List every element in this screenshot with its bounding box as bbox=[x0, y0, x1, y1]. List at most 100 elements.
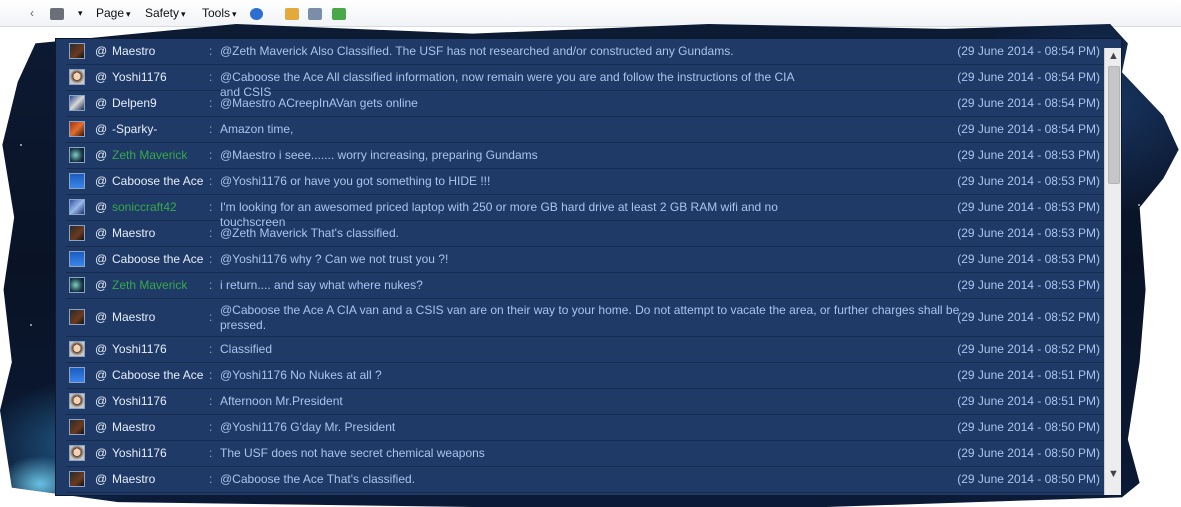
print-button[interactable] bbox=[50, 5, 64, 21]
addon-button-2[interactable] bbox=[308, 5, 322, 21]
avatar[interactable] bbox=[69, 367, 85, 383]
addon-button-1[interactable] bbox=[285, 5, 299, 21]
mention-at-button[interactable]: @ bbox=[95, 70, 107, 84]
username-link[interactable]: Maestro bbox=[112, 226, 155, 240]
mention-at-button[interactable]: @ bbox=[95, 342, 107, 356]
username-link[interactable]: Caboose the Ace bbox=[112, 252, 203, 266]
username-link[interactable]: Yoshi1176 bbox=[112, 70, 167, 84]
shout-row: @ Zeth Maverick: @Maestro i seee....... wo… bbox=[66, 143, 1104, 169]
help-button[interactable] bbox=[250, 5, 263, 21]
timestamp: (29 June 2014 - 08:53 PM) bbox=[957, 278, 1100, 292]
shout-row: @ Maestro: @Zeth Maverick That's classifie… bbox=[66, 221, 1104, 247]
avatar[interactable] bbox=[69, 309, 85, 325]
username-link[interactable]: Yoshi1176 bbox=[112, 446, 167, 460]
avatar[interactable] bbox=[69, 471, 85, 487]
username-link[interactable]: Maestro bbox=[112, 310, 155, 324]
avatar[interactable] bbox=[69, 419, 85, 435]
message-text: @Yoshi1176 why ? Can we not trust you ?! bbox=[220, 252, 449, 266]
scroll-down-arrow-icon[interactable]: ▼ bbox=[1105, 466, 1121, 483]
avatar[interactable] bbox=[69, 277, 85, 293]
separator: : bbox=[209, 368, 213, 382]
chevron-left-icon[interactable]: ‹ bbox=[30, 5, 34, 21]
print-dropdown-icon[interactable]: ▾ bbox=[78, 5, 83, 21]
shout-row: @ Delpen9: @Maestro ACreepInAVan gets onli… bbox=[66, 91, 1104, 117]
message-text: @Yoshi1176 G'day Mr. President bbox=[220, 420, 396, 434]
avatar[interactable] bbox=[69, 341, 85, 357]
mention-at-button[interactable]: @ bbox=[95, 252, 107, 266]
message-text: @Caboose the Ace A CIA van and a CSIS va… bbox=[220, 303, 960, 332]
username-link[interactable]: Maestro bbox=[112, 44, 155, 58]
username-link[interactable]: -Sparky- bbox=[112, 122, 157, 136]
vertical-scrollbar[interactable]: ▲ ▼ bbox=[1104, 48, 1121, 495]
mention-at-button[interactable]: @ bbox=[95, 446, 107, 460]
message-text: @Maestro i seee....... worry increasing,… bbox=[220, 148, 538, 162]
mention-at-button[interactable]: @ bbox=[95, 122, 107, 136]
avatar[interactable] bbox=[69, 199, 85, 215]
username-link[interactable]: Yoshi1176 bbox=[112, 342, 167, 356]
username-link[interactable]: Caboose the Ace bbox=[112, 174, 203, 188]
mention-at-button[interactable]: @ bbox=[95, 472, 107, 486]
avatar[interactable] bbox=[69, 43, 85, 59]
username-link[interactable]: Maestro bbox=[112, 420, 155, 434]
timestamp: (29 June 2014 - 08:54 PM) bbox=[957, 70, 1100, 84]
username-link[interactable]: Zeth Maverick bbox=[112, 278, 187, 292]
shout-row: @ Caboose the Ace: @Yoshi1176 why ? Can we… bbox=[66, 247, 1104, 273]
timestamp: (29 June 2014 - 08:50 PM) bbox=[957, 446, 1100, 460]
separator: : bbox=[209, 342, 213, 356]
username-link[interactable]: soniccraft42 bbox=[112, 200, 177, 214]
avatar[interactable] bbox=[69, 95, 85, 111]
separator: : bbox=[209, 226, 213, 240]
separator: : bbox=[209, 200, 213, 214]
page-menu[interactable]: Page ▾ bbox=[96, 5, 131, 21]
avatar[interactable] bbox=[69, 147, 85, 163]
mention-at-button[interactable]: @ bbox=[95, 310, 107, 324]
username-link[interactable]: Delpen9 bbox=[112, 96, 157, 110]
mention-at-button[interactable]: @ bbox=[95, 200, 107, 214]
mention-at-button[interactable]: @ bbox=[95, 44, 107, 58]
separator: : bbox=[209, 96, 213, 110]
browser-command-bar: ‹ ▾ Page ▾ Safety ▾ Tools ▾ bbox=[0, 0, 1181, 27]
message-text: @Zeth Maverick Also Classified. The USF … bbox=[220, 44, 734, 58]
avatar[interactable] bbox=[69, 393, 85, 409]
shout-row: @ Yoshi1176: The USF does not have secret … bbox=[66, 441, 1104, 467]
mention-at-button[interactable]: @ bbox=[95, 226, 107, 240]
shout-row: @ Zeth Maverick: i return.... and say what… bbox=[66, 273, 1104, 299]
scroll-up-arrow-icon[interactable]: ▲ bbox=[1105, 48, 1121, 65]
message-text: @Yoshi1176 No Nukes at all ? bbox=[220, 368, 382, 382]
timestamp: (29 June 2014 - 08:53 PM) bbox=[957, 174, 1100, 188]
avatar[interactable] bbox=[69, 69, 85, 85]
separator: : bbox=[209, 148, 213, 162]
username-link[interactable]: Yoshi1176 bbox=[112, 394, 167, 408]
separator: : bbox=[209, 420, 213, 434]
avatar[interactable] bbox=[69, 121, 85, 137]
star bbox=[30, 324, 32, 326]
mention-at-button[interactable]: @ bbox=[95, 278, 107, 292]
tools-menu-label: Tools bbox=[202, 6, 231, 20]
timestamp: (29 June 2014 - 08:53 PM) bbox=[957, 200, 1100, 214]
timestamp: (29 June 2014 - 08:52 PM) bbox=[957, 342, 1100, 356]
research-icon bbox=[308, 7, 322, 20]
mention-at-button[interactable]: @ bbox=[95, 368, 107, 382]
timestamp: (29 June 2014 - 08:50 PM) bbox=[957, 472, 1100, 486]
username-link[interactable]: Caboose the Ace bbox=[112, 368, 203, 382]
tools-menu[interactable]: Tools ▾ bbox=[202, 5, 237, 21]
shout-row: @ soniccraft42: I'm looking for an awesome… bbox=[66, 195, 1104, 229]
addon-button-3[interactable] bbox=[332, 5, 346, 21]
avatar[interactable] bbox=[69, 251, 85, 267]
chevron-down-icon: ▾ bbox=[232, 9, 237, 19]
avatar[interactable] bbox=[69, 445, 85, 461]
mention-at-button[interactable]: @ bbox=[95, 174, 107, 188]
safety-menu[interactable]: Safety ▾ bbox=[145, 5, 186, 21]
avatar[interactable] bbox=[69, 173, 85, 189]
avatar[interactable] bbox=[69, 225, 85, 241]
separator: : bbox=[209, 310, 213, 324]
mention-at-button[interactable]: @ bbox=[95, 96, 107, 110]
username-link[interactable]: Maestro bbox=[112, 472, 155, 486]
scroll-thumb[interactable] bbox=[1108, 66, 1120, 184]
shoutbox-panel: @ Maestro: @Zeth Maverick Also Classified.… bbox=[55, 38, 1122, 496]
chevron-down-icon: ▾ bbox=[126, 9, 131, 19]
mention-at-button[interactable]: @ bbox=[95, 420, 107, 434]
mention-at-button[interactable]: @ bbox=[95, 394, 107, 408]
username-link[interactable]: Zeth Maverick bbox=[112, 148, 187, 162]
mention-at-button[interactable]: @ bbox=[95, 148, 107, 162]
